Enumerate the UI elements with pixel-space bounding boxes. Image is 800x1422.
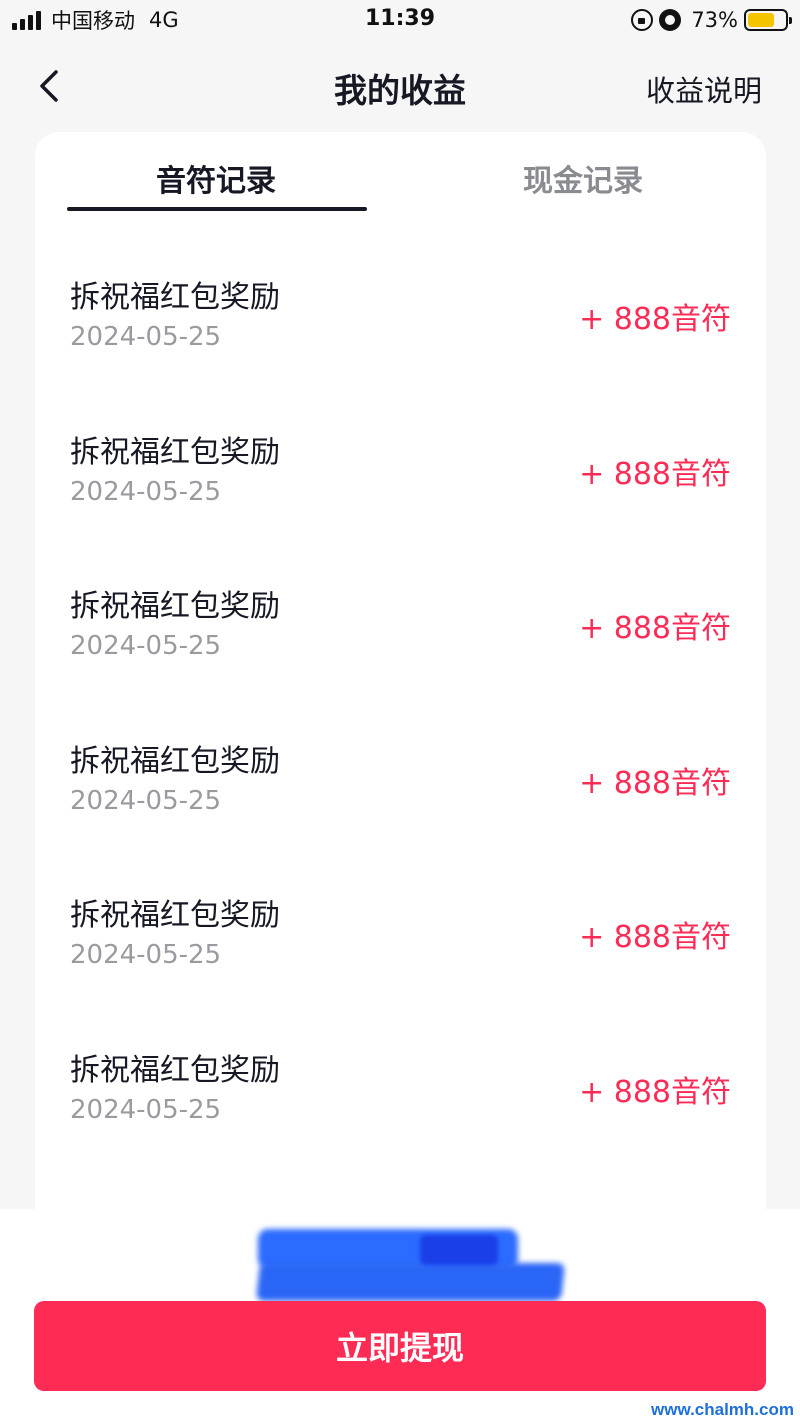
record-date: 2024-05-25 [70, 631, 222, 662]
tab-bar: 音符记录 现金记录 [35, 132, 766, 212]
record-title: 拆祝福红包奖励 [70, 280, 280, 315]
record-title: 拆祝福红包奖励 [70, 589, 280, 625]
list-item[interactable]: 拆祝福红包奖励 2024-05-25 + 888音符 [35, 581, 766, 736]
screen: 中国移动 4G 11:39 73% 我的收益 收益说明 音符记录 现金记录 拆祝… [0, 0, 800, 1422]
record-amount: + 888音符 [579, 920, 731, 956]
tab-note-records[interactable]: 音符记录 [35, 156, 397, 200]
record-amount: + 888音符 [579, 456, 731, 492]
record-title: 拆祝福红包奖励 [70, 1052, 280, 1088]
record-amount: + 888音符 [579, 302, 731, 337]
record-title: 拆祝福红包奖励 [70, 898, 280, 934]
record-date: 2024-05-25 [70, 940, 222, 971]
list-item[interactable]: 拆祝福红包奖励 2024-05-25 + 888音符 [35, 427, 766, 582]
list-item[interactable]: 拆祝福红包奖励 2024-05-25 + 888音符 [35, 890, 766, 1045]
bottom-panel: 立即提现 www.chalmh.com [0, 1209, 800, 1422]
rotation-lock-icon [631, 9, 654, 31]
record-amount: + 888音符 [579, 1074, 731, 1110]
tab-cash-records[interactable]: 现金记录 [400, 156, 766, 200]
record-title: 拆祝福红包奖励 [70, 743, 280, 779]
battery-icon [744, 9, 792, 31]
status-right: 73% [631, 6, 792, 34]
record-list: 拆祝福红包奖励 2024-05-25 + 888音符 拆祝福红包奖励 2024-… [35, 272, 766, 1354]
nav-bar: 我的收益 收益说明 [0, 50, 800, 122]
alarm-icon [659, 9, 682, 31]
record-date: 2024-05-25 [70, 322, 222, 352]
withdraw-button[interactable]: 立即提现 [34, 1301, 766, 1391]
redaction-mask [256, 1229, 565, 1303]
record-date: 2024-05-25 [70, 785, 222, 816]
record-title: 拆祝福红包奖励 [70, 434, 280, 470]
record-date: 2024-05-25 [70, 476, 222, 507]
record-amount: + 888音符 [579, 765, 731, 801]
earnings-info-link[interactable]: 收益说明 [646, 68, 762, 110]
watermark: www.chalmh.com [651, 1400, 794, 1419]
battery-percent: 73% [691, 8, 738, 32]
active-tab-indicator [67, 207, 367, 211]
list-item[interactable]: 拆祝福红包奖励 2024-05-25 + 888音符 [35, 272, 766, 427]
status-bar: 中国移动 4G 11:39 73% [0, 0, 800, 44]
record-date: 2024-05-25 [70, 1094, 222, 1125]
record-amount: + 888音符 [579, 611, 731, 647]
list-item[interactable]: 拆祝福红包奖励 2024-05-25 + 888音符 [35, 736, 766, 891]
list-item[interactable]: 拆祝福红包奖励 2024-05-25 + 888音符 [35, 1045, 766, 1200]
